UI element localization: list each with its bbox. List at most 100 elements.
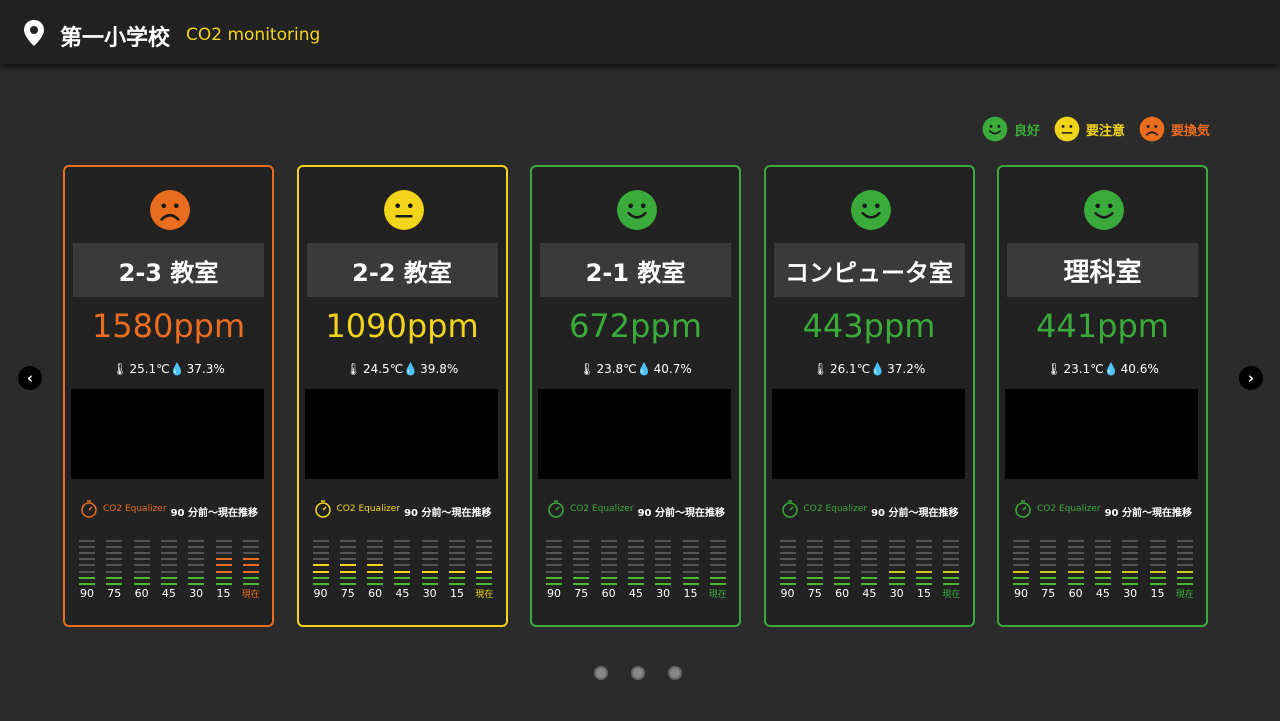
trend-label: 90 分前〜現在推移 bbox=[1104, 508, 1192, 519]
bar-segment bbox=[188, 539, 205, 542]
bar-segment bbox=[709, 564, 726, 567]
bar-segment bbox=[188, 576, 205, 579]
bar-segment bbox=[476, 558, 493, 561]
bar-segment bbox=[600, 539, 617, 542]
bar-segment bbox=[421, 583, 438, 585]
next-arrow-button[interactable]: › bbox=[1239, 366, 1263, 390]
bar-segment bbox=[1176, 552, 1193, 554]
bar-segment bbox=[1122, 583, 1139, 585]
bar-segment bbox=[806, 583, 823, 585]
bar-segment bbox=[546, 583, 562, 585]
bar-segment bbox=[627, 576, 644, 579]
bar-segment bbox=[655, 539, 672, 542]
bar-segment bbox=[709, 539, 726, 542]
page-dot[interactable] bbox=[594, 666, 608, 680]
legend-item-good: 良好 bbox=[982, 116, 1040, 142]
bar-segment bbox=[1040, 564, 1057, 567]
room-card[interactable]: 2-3 教室 1580ppm 🌡 25.1℃ 💧 37.3% CO2 Equalizer 9… bbox=[63, 165, 274, 627]
bar-segment bbox=[943, 576, 960, 579]
bar-segment bbox=[394, 576, 411, 579]
status-face bbox=[149, 189, 191, 231]
bar-segment bbox=[1067, 583, 1084, 585]
page-dot[interactable] bbox=[631, 666, 645, 680]
bar-segment bbox=[709, 583, 726, 585]
bar-segment bbox=[394, 552, 411, 554]
equalizer-bar bbox=[1176, 535, 1193, 585]
time-tick: 90 bbox=[80, 587, 94, 600]
time-tick: 75 bbox=[574, 587, 589, 600]
bar-segment bbox=[709, 545, 726, 548]
bar-segment bbox=[916, 564, 932, 567]
status-face bbox=[383, 189, 425, 231]
bar-segment bbox=[1013, 558, 1029, 561]
bar-segment bbox=[573, 583, 590, 585]
thermometer-icon: 🌡 bbox=[112, 362, 128, 376]
good-face-icon bbox=[850, 190, 891, 230]
stopwatch-icon bbox=[314, 500, 331, 518]
time-tick: 30 bbox=[422, 587, 437, 600]
bar-segment bbox=[916, 583, 932, 585]
bar-segment bbox=[215, 552, 232, 554]
bar-segment bbox=[394, 545, 411, 548]
bar-segment bbox=[779, 583, 796, 585]
bar-segment bbox=[160, 545, 177, 548]
legend-label: 良好 bbox=[1013, 123, 1040, 139]
time-tick: 45 bbox=[862, 587, 877, 600]
bar-segment bbox=[79, 583, 95, 585]
bar-segment bbox=[160, 564, 177, 567]
bar-segment bbox=[943, 583, 960, 585]
time-tick: 現在 bbox=[708, 590, 727, 600]
bar-segment bbox=[188, 583, 205, 585]
equalizer-bar bbox=[682, 535, 699, 585]
room-card[interactable]: 2-2 教室 1090ppm 🌡 24.5℃ 💧 39.8% CO2 Equalizer 9… bbox=[296, 165, 508, 627]
co2-equalizer-label: CO2 Equalizer bbox=[313, 499, 400, 519]
bar-segment bbox=[242, 539, 259, 542]
stopwatch-icon bbox=[781, 500, 798, 518]
page-dot[interactable] bbox=[668, 666, 682, 680]
bar-segment bbox=[888, 564, 905, 567]
bar-segment bbox=[449, 545, 465, 548]
bar-segment bbox=[1013, 564, 1029, 567]
bar-segment bbox=[834, 558, 851, 561]
bar-segment bbox=[834, 564, 851, 567]
bar-segment bbox=[1122, 545, 1139, 548]
bar-segment bbox=[1094, 570, 1111, 573]
temperature-value: 23.1℃ bbox=[1063, 362, 1104, 376]
humidity-value: 40.6% bbox=[1120, 362, 1159, 376]
stopwatch-icon bbox=[1015, 500, 1031, 518]
equalizer-bar bbox=[339, 535, 356, 585]
time-axis: 90 75 60 45 30 15 現在 bbox=[546, 587, 731, 603]
caution-face-icon bbox=[1054, 116, 1080, 142]
bar-segment bbox=[888, 539, 905, 542]
bar-segment bbox=[394, 558, 411, 561]
bar-segment bbox=[421, 552, 438, 554]
bar-segment bbox=[394, 583, 411, 585]
bar-segment bbox=[133, 545, 150, 548]
bar-segment bbox=[806, 539, 823, 542]
bar-segment bbox=[215, 558, 232, 561]
bar-segment bbox=[188, 564, 205, 567]
time-axis: 90 75 60 45 30 15 現在 bbox=[313, 587, 498, 603]
bar-segment bbox=[242, 558, 259, 561]
bar-segment bbox=[627, 545, 644, 548]
bar-segment bbox=[1040, 576, 1057, 579]
equalizer-bar bbox=[600, 535, 617, 585]
bar-segment bbox=[449, 564, 465, 567]
room-card[interactable]: 理科室 441ppm 🌡 23.1℃ 💧 40.6% CO2 Equalizer 90 分前… bbox=[997, 165, 1208, 627]
prev-arrow-button[interactable]: ‹ bbox=[18, 366, 42, 390]
bar-segment bbox=[449, 576, 465, 579]
bar-segment bbox=[312, 583, 329, 585]
room-card[interactable]: コンピュータ室 443ppm 🌡 26.1℃ 💧 37.2% CO2 Equalizer 9… bbox=[763, 165, 975, 627]
bar-segment bbox=[1067, 552, 1084, 554]
bar-segment bbox=[421, 564, 438, 567]
room-card[interactable]: 2-1 教室 672ppm 🌡 23.8℃ 💧 40.7% CO2 Equalizer 90… bbox=[530, 165, 741, 627]
equalizer-bar bbox=[546, 535, 562, 585]
bar-segment bbox=[806, 564, 823, 567]
bar-segment bbox=[888, 570, 905, 573]
bar-segment bbox=[1013, 583, 1029, 585]
bar-segment bbox=[655, 583, 672, 585]
bar-segment bbox=[242, 583, 259, 585]
bar-segment bbox=[600, 552, 617, 554]
time-axis: 90 75 60 45 30 15 現在 bbox=[79, 587, 264, 603]
bar-segment bbox=[1067, 539, 1084, 542]
